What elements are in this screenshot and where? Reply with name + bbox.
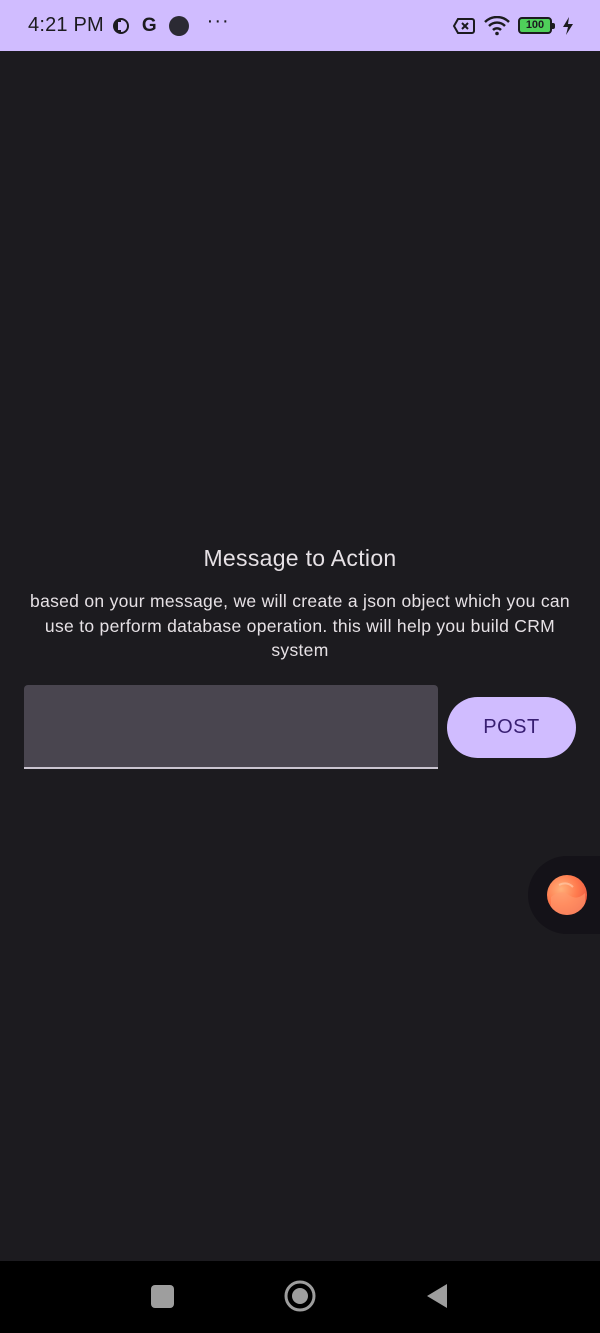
status-left: 4:21 PM G ··· [28,0,230,51]
record-icon [168,15,189,36]
message-field[interactable] [24,685,438,769]
status-time: 4:21 PM [28,14,104,36]
navigation-bar [0,1261,600,1333]
page-title: Message to Action [203,545,397,571]
recents-icon[interactable] [151,1285,174,1308]
back-icon[interactable] [425,1282,449,1310]
google-icon: G [141,14,157,36]
main-screen: Message to Action based on your message,… [0,51,600,1261]
status-bar: 4:21 PM G ··· 100 [0,0,600,51]
more-dots-icon: ··· [206,10,230,32]
status-right: 100 [452,0,574,51]
tempo-icon [112,17,130,35]
battery-icon: 100 [518,17,555,34]
chat-bubble-icon[interactable] [547,875,587,915]
page-description: based on your message, we will create a … [30,591,570,660]
post-button[interactable]: POST [447,697,576,758]
sim-off-icon [452,17,476,35]
message-input[interactable] [40,685,426,769]
floating-bubble-tab[interactable] [528,856,600,934]
battery-level: 100 [525,19,545,31]
wifi-icon [484,15,510,36]
home-icon[interactable] [284,1280,316,1312]
charging-bolt-icon [562,16,574,35]
